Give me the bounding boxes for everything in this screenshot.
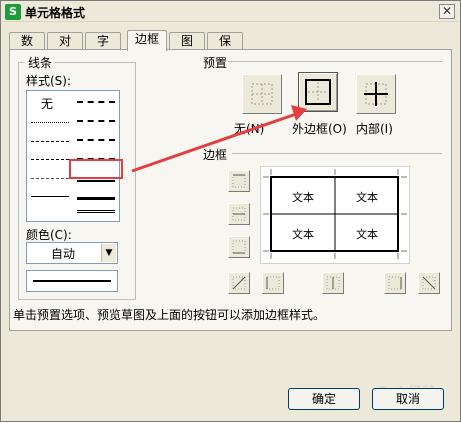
preview-cell-2: 文本 xyxy=(356,191,378,204)
tab-border[interactable]: 边框 xyxy=(127,30,167,51)
border-diagonal-up-button[interactable] xyxy=(228,272,250,294)
line-style-dash-dot[interactable] xyxy=(31,141,69,142)
style-label: 样式(S): xyxy=(26,74,72,88)
tab-pattern[interactable]: 图案 xyxy=(169,32,205,65)
tab-font[interactable]: 字体 xyxy=(85,32,121,65)
preview-cell-4: 文本 xyxy=(356,228,378,241)
cell-format-dialog: S 单元格格式 ✕ 数字 对齐 字体 边框 图案 保护 线条 样式(S): 无 xyxy=(0,0,461,422)
border-center-button[interactable] xyxy=(322,272,344,294)
dialog-title: 单元格格式 xyxy=(25,6,86,20)
line-style-slanted-dash-dot[interactable] xyxy=(77,120,115,122)
annotation-highlight-box xyxy=(69,159,123,179)
tab-protection[interactable]: 保护 xyxy=(207,32,243,65)
tab-alignment[interactable]: 对齐 xyxy=(47,32,83,65)
diagonal-up-icon xyxy=(232,276,246,290)
line-style-medium-dash-dot[interactable] xyxy=(77,139,115,141)
line-style-dashed[interactable] xyxy=(31,159,69,160)
line-style-thin[interactable] xyxy=(31,196,69,197)
preset-outline-button[interactable] xyxy=(298,72,338,112)
border-inside-vertical-icon xyxy=(326,276,340,290)
border-top-icon xyxy=(232,174,246,188)
border-left-button[interactable] xyxy=(262,272,284,294)
ok-button[interactable]: 确定 xyxy=(288,388,360,410)
line-preview xyxy=(26,270,118,292)
border-preview[interactable]: 文本 文本 文本 文本 xyxy=(260,166,410,264)
line-style-medium-dash-dot-dot[interactable] xyxy=(77,101,115,103)
color-label: 颜色(C): xyxy=(26,228,72,242)
tab-number[interactable]: 数字 xyxy=(9,32,45,65)
color-value: 自动 xyxy=(50,247,75,261)
cancel-button[interactable]: 取消 xyxy=(372,388,444,410)
preview-cell-3: 文本 xyxy=(292,228,314,241)
app-icon: S xyxy=(5,4,21,20)
preset-none-label[interactable]: 无(N) xyxy=(234,120,264,137)
border-bottom-icon xyxy=(232,240,246,254)
border-inside-horizontal-icon xyxy=(232,207,246,221)
preset-none-button[interactable] xyxy=(242,74,282,114)
line-style-dotted[interactable] xyxy=(31,122,69,123)
line-style-medium[interactable] xyxy=(77,180,115,182)
chevron-down-icon[interactable]: ▼ xyxy=(101,244,116,262)
color-dropdown[interactable]: 自动 ▼ xyxy=(26,242,118,264)
preset-inside-button[interactable] xyxy=(356,74,396,114)
preset-inside-label[interactable]: 内部(I) xyxy=(356,120,393,137)
diagonal-down-icon xyxy=(422,276,436,290)
border-middle-button[interactable] xyxy=(228,203,250,225)
preview-cell-1: 文本 xyxy=(292,191,314,204)
hint-text: 单击预置选项、预览草图及上面的按钮可以添加边框样式。 xyxy=(13,308,326,322)
border-divider xyxy=(232,153,442,154)
preset-group-title: 预置 xyxy=(200,54,231,71)
preset-outline-icon xyxy=(305,79,331,105)
preset-inside-icon xyxy=(364,82,388,106)
preset-none-icon xyxy=(251,83,273,105)
border-diagonal-down-button[interactable] xyxy=(418,272,440,294)
title-bar[interactable]: S 单元格格式 ✕ xyxy=(2,2,459,22)
border-right-icon xyxy=(388,276,402,290)
selected-line-sample xyxy=(33,280,111,282)
line-style-thick[interactable] xyxy=(77,197,115,200)
line-style-list[interactable]: 无 xyxy=(26,90,120,222)
close-icon[interactable]: ✕ xyxy=(439,4,455,19)
border-left-icon xyxy=(266,276,280,290)
tab-bar: 数字 对齐 字体 边框 图案 保护 xyxy=(9,30,449,65)
preview-grid xyxy=(263,169,407,259)
border-bottom-button[interactable] xyxy=(228,236,250,258)
border-right-button[interactable] xyxy=(384,272,406,294)
preset-outline-label[interactable]: 外边框(O) xyxy=(292,120,347,137)
line-style-none[interactable]: 无 xyxy=(41,95,53,112)
border-tab-panel: 线条 样式(S): 无 颜色(C): 自动 ▼ 预置 无(N) 外边框(O) 内… xyxy=(9,49,452,331)
line-style-double[interactable] xyxy=(77,210,115,213)
border-group-title: 边框 xyxy=(200,146,231,163)
line-group-title: 线条 xyxy=(25,54,56,71)
line-style-long-dash[interactable] xyxy=(31,178,69,179)
border-top-button[interactable] xyxy=(228,170,250,192)
preset-divider xyxy=(228,61,442,62)
